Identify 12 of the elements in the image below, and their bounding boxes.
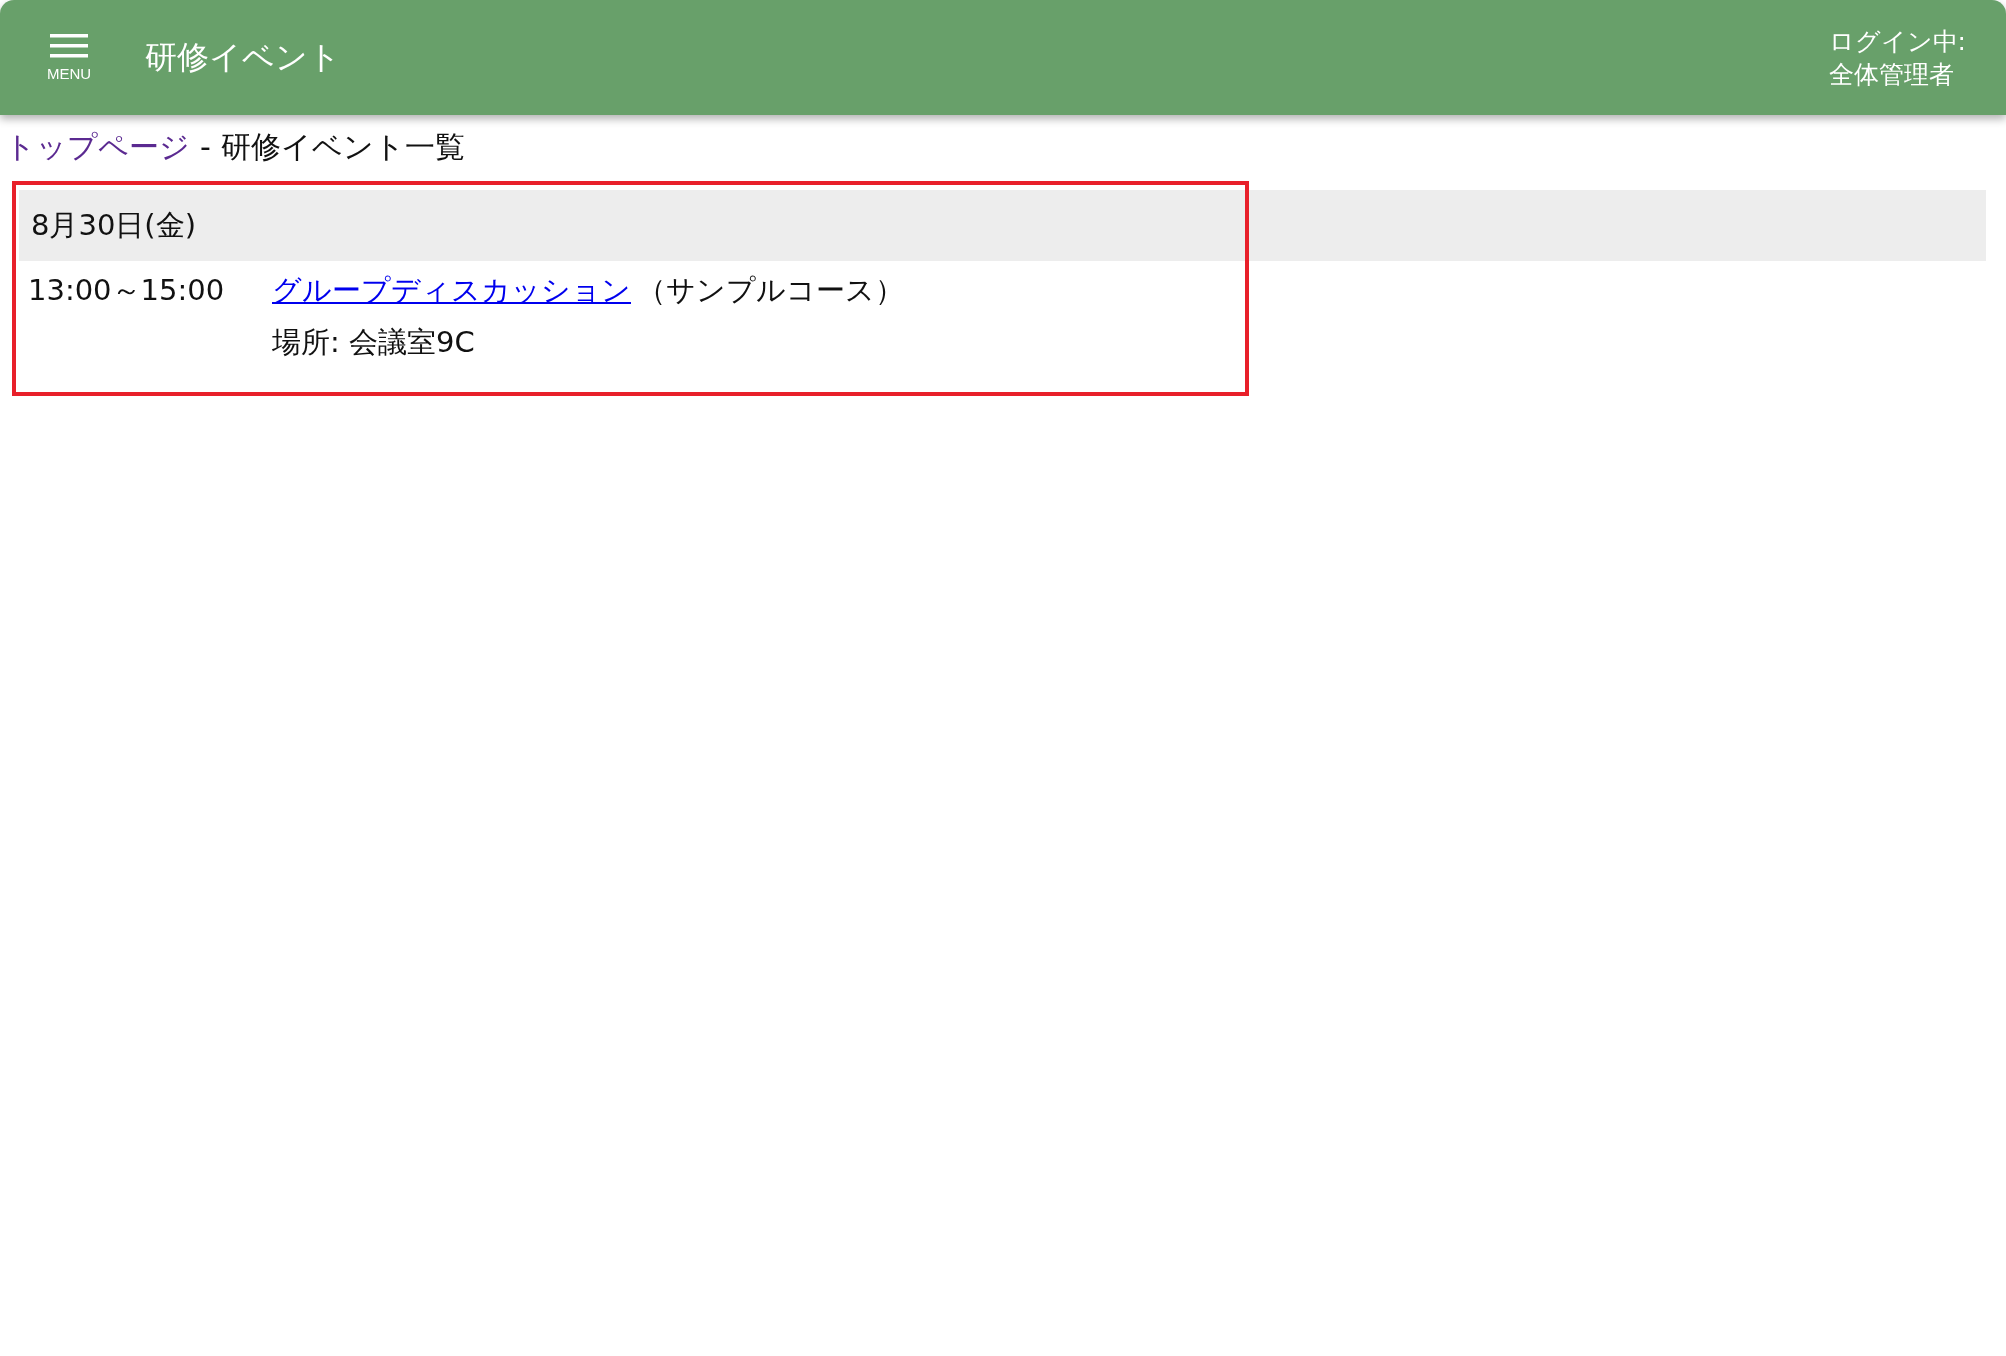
course-name: （サンプルコース） <box>637 272 904 309</box>
event-location: 場所: 会議室9C <box>272 324 476 361</box>
page-title: 研修イベント <box>145 36 342 78</box>
login-label: ログイン中: <box>1828 25 1966 58</box>
event-time: 13:00～15:00 <box>28 272 226 309</box>
event-title-link[interactable]: グループディスカッション <box>272 271 631 311</box>
breadcrumb-current: 研修イベント一覧 <box>220 128 465 166</box>
menu-icon <box>50 33 89 59</box>
date-heading: 8月30日(金) <box>31 206 196 244</box>
breadcrumb-separator: - <box>200 129 211 164</box>
breadcrumb-link[interactable]: トップページ <box>5 127 190 168</box>
login-user-name: 全体管理者 <box>1828 58 1955 91</box>
